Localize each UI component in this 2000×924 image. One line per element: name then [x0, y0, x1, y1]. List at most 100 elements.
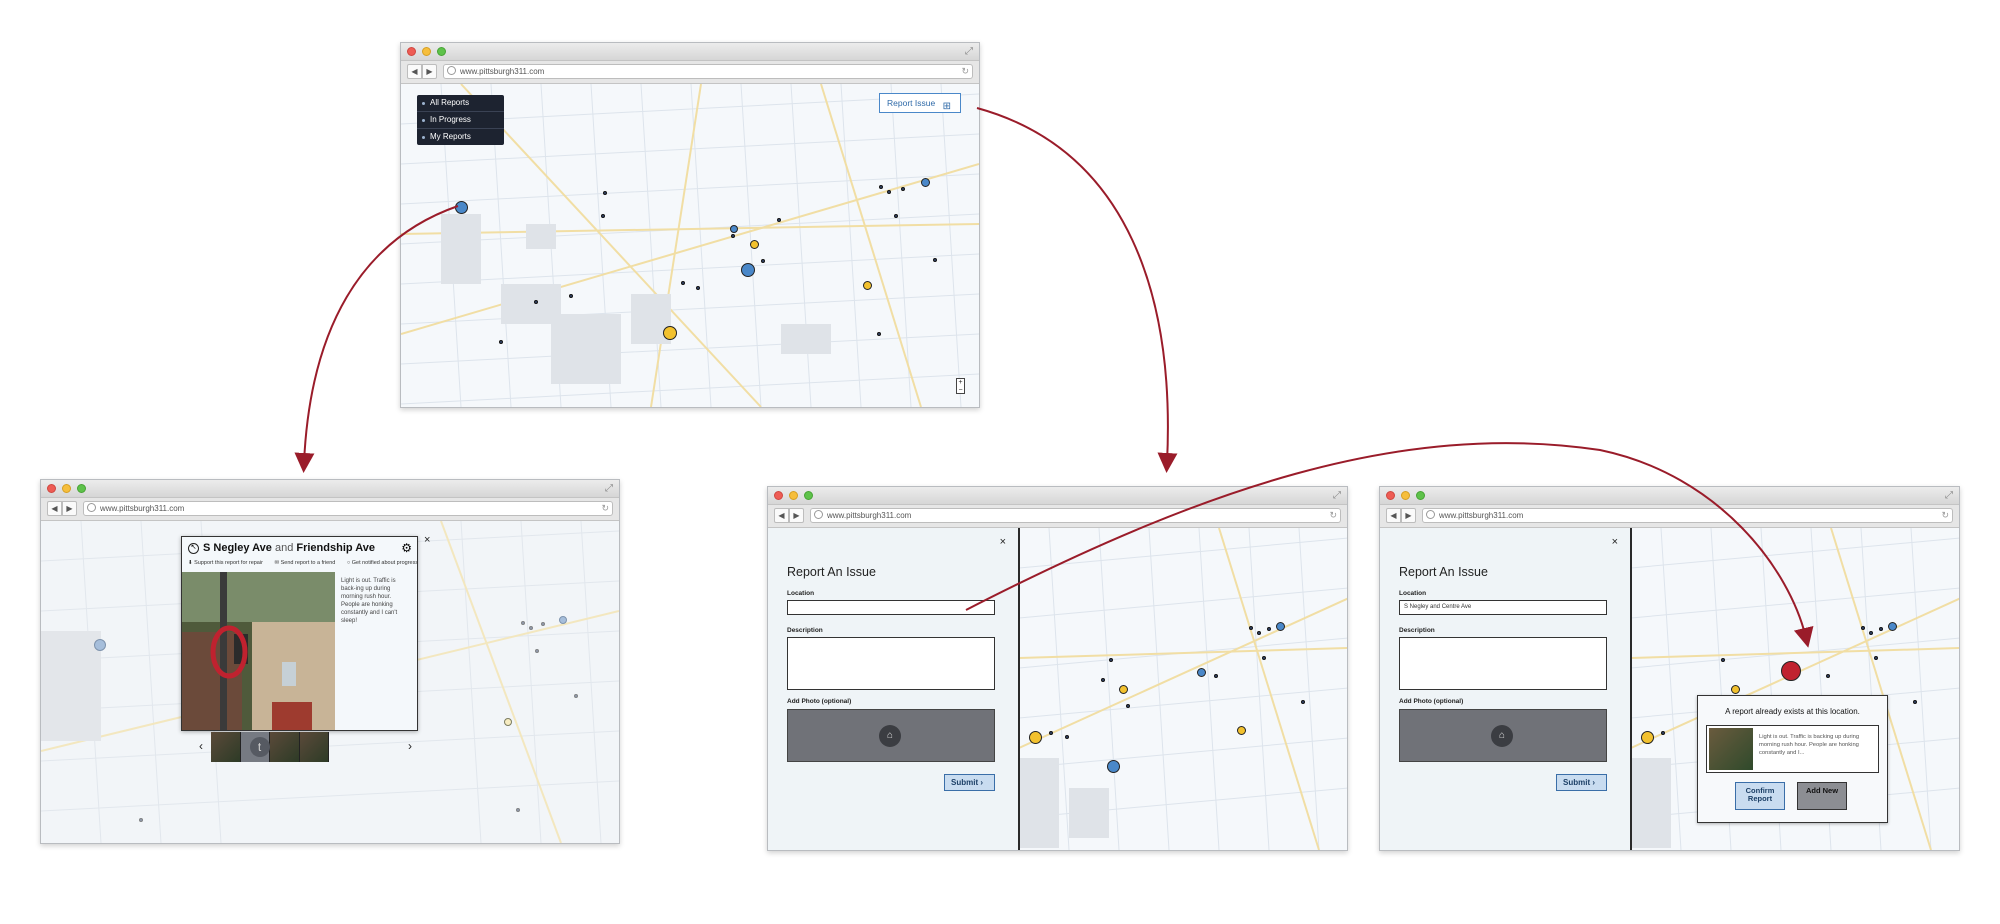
- support-count-icon[interactable]: ⚙: [401, 541, 412, 555]
- zoom-window-button[interactable]: [1416, 491, 1425, 500]
- map-pin[interactable]: [559, 616, 567, 624]
- address-bar[interactable]: www.pittsburgh311.com ↻: [83, 501, 613, 516]
- fullscreen-icon[interactable]: ⤢: [1945, 490, 1953, 501]
- close-window-button[interactable]: [407, 47, 416, 56]
- map-pin[interactable]: [541, 622, 545, 626]
- fullscreen-icon[interactable]: ⤢: [1333, 490, 1341, 501]
- map-pin[interactable]: [516, 808, 520, 812]
- map-pin[interactable]: [1888, 622, 1897, 631]
- back-button[interactable]: ◀: [407, 64, 422, 79]
- confirm-report-button[interactable]: Confirm Report: [1735, 782, 1785, 810]
- location-field[interactable]: [787, 600, 995, 615]
- add-new-button[interactable]: Add New: [1797, 782, 1847, 810]
- map-pin[interactable]: [569, 294, 573, 298]
- existing-report-card[interactable]: Light is out. Traffic is backing up duri…: [1706, 725, 1879, 773]
- description-field[interactable]: [787, 637, 995, 690]
- submit-button[interactable]: Submit ›: [1556, 774, 1607, 791]
- reload-icon[interactable]: ↻: [601, 502, 609, 515]
- map-pin[interactable]: [1869, 631, 1873, 635]
- carousel-prev-button[interactable]: ‹: [199, 739, 203, 753]
- close-popup-button[interactable]: ×: [424, 534, 430, 546]
- reload-icon[interactable]: ↻: [961, 65, 969, 78]
- map-pin[interactable]: [901, 187, 905, 191]
- map-pin[interactable]: [1301, 700, 1305, 704]
- map-pin[interactable]: [877, 332, 881, 336]
- map-pin[interactable]: [1101, 678, 1105, 682]
- carousel-thumb-active[interactable]: t: [240, 732, 270, 762]
- map-pin[interactable]: [535, 649, 539, 653]
- map-pin[interactable]: [1049, 731, 1053, 735]
- map-pin[interactable]: [521, 621, 525, 625]
- support-repair-link[interactable]: ⬇ Support this report for repair: [188, 560, 268, 566]
- forward-button[interactable]: ▶: [422, 64, 437, 79]
- filter-all-reports[interactable]: All Reports: [417, 95, 504, 111]
- map-pin[interactable]: [1721, 658, 1725, 662]
- map-pin[interactable]: [1826, 674, 1830, 678]
- map-pin[interactable]: [1879, 627, 1883, 631]
- map-pin[interactable]: [1661, 731, 1665, 735]
- add-photo-dropzone[interactable]: ⌂: [787, 709, 995, 762]
- map-pin[interactable]: [1641, 731, 1654, 744]
- map-pin[interactable]: [1109, 658, 1113, 662]
- address-bar[interactable]: www.pittsburgh311.com ↻: [810, 508, 1341, 523]
- minimize-window-button[interactable]: [1401, 491, 1410, 500]
- address-bar[interactable]: www.pittsburgh311.com ↻: [1422, 508, 1953, 523]
- back-button[interactable]: ◀: [1386, 508, 1401, 523]
- map-pin[interactable]: [1107, 760, 1120, 773]
- back-button[interactable]: ◀: [47, 501, 62, 516]
- zoom-window-button[interactable]: [804, 491, 813, 500]
- description-field[interactable]: [1399, 637, 1607, 690]
- close-window-button[interactable]: [47, 484, 56, 493]
- map-pin[interactable]: [1874, 656, 1878, 660]
- map-pin[interactable]: [1119, 685, 1128, 694]
- zoom-window-button[interactable]: [77, 484, 86, 493]
- map-pin[interactable]: [741, 263, 755, 277]
- reload-icon[interactable]: ↻: [1329, 509, 1337, 522]
- fullscreen-icon[interactable]: ⤢: [605, 483, 613, 494]
- map-pin[interactable]: [601, 214, 605, 218]
- carousel-thumb[interactable]: [270, 732, 300, 762]
- reload-icon[interactable]: ↻: [1941, 509, 1949, 522]
- filter-my-reports[interactable]: My Reports: [417, 128, 504, 145]
- map-pin[interactable]: [921, 178, 930, 187]
- close-window-button[interactable]: [1386, 491, 1395, 500]
- map-pin[interactable]: [1237, 726, 1246, 735]
- map-pin[interactable]: [574, 694, 578, 698]
- map-view[interactable]: A report already exists at this location…: [1631, 528, 1959, 850]
- map-pin[interactable]: [730, 225, 738, 233]
- add-photo-dropzone[interactable]: ⌂: [1399, 709, 1607, 762]
- close-form-button[interactable]: ×: [1612, 536, 1618, 548]
- zoom-window-button[interactable]: [437, 47, 446, 56]
- map-pin[interactable]: [1029, 731, 1042, 744]
- minimize-window-button[interactable]: [62, 484, 71, 493]
- close-window-button[interactable]: [774, 491, 783, 500]
- send-to-friend-link[interactable]: ✉ Send report to a friend: [274, 560, 340, 566]
- map-pin[interactable]: [1065, 735, 1069, 739]
- fullscreen-icon[interactable]: ⤢: [965, 46, 973, 57]
- map-view[interactable]: [1019, 528, 1347, 850]
- back-button[interactable]: ◀: [774, 508, 789, 523]
- map-pin[interactable]: [529, 626, 533, 630]
- map-view[interactable]: All Reports In Progress My Reports Repor…: [401, 84, 979, 407]
- filter-in-progress[interactable]: In Progress: [417, 111, 504, 128]
- map-pin[interactable]: [94, 639, 106, 651]
- map-pin[interactable]: [696, 286, 700, 290]
- map-pin[interactable]: [1276, 622, 1285, 631]
- map-pin[interactable]: [1913, 700, 1917, 704]
- map-pin[interactable]: [1249, 626, 1253, 630]
- map-pin[interactable]: [1197, 668, 1206, 677]
- map-pin[interactable]: [139, 818, 143, 822]
- map-pin[interactable]: [499, 340, 503, 344]
- map-pin[interactable]: [887, 190, 891, 194]
- carousel-thumb[interactable]: [211, 732, 241, 762]
- forward-button[interactable]: ▶: [62, 501, 77, 516]
- new-report-pin[interactable]: [1781, 661, 1801, 681]
- location-field[interactable]: S Negley and Centre Ave: [1399, 600, 1607, 615]
- report-issue-button[interactable]: Report Issue ⊞: [879, 93, 961, 113]
- zoom-control[interactable]: + −: [956, 378, 965, 394]
- map-pin[interactable]: [1126, 704, 1130, 708]
- map-pin[interactable]: [504, 718, 512, 726]
- minimize-window-button[interactable]: [789, 491, 798, 500]
- map-pin[interactable]: [1267, 627, 1271, 631]
- map-pin[interactable]: [455, 201, 468, 214]
